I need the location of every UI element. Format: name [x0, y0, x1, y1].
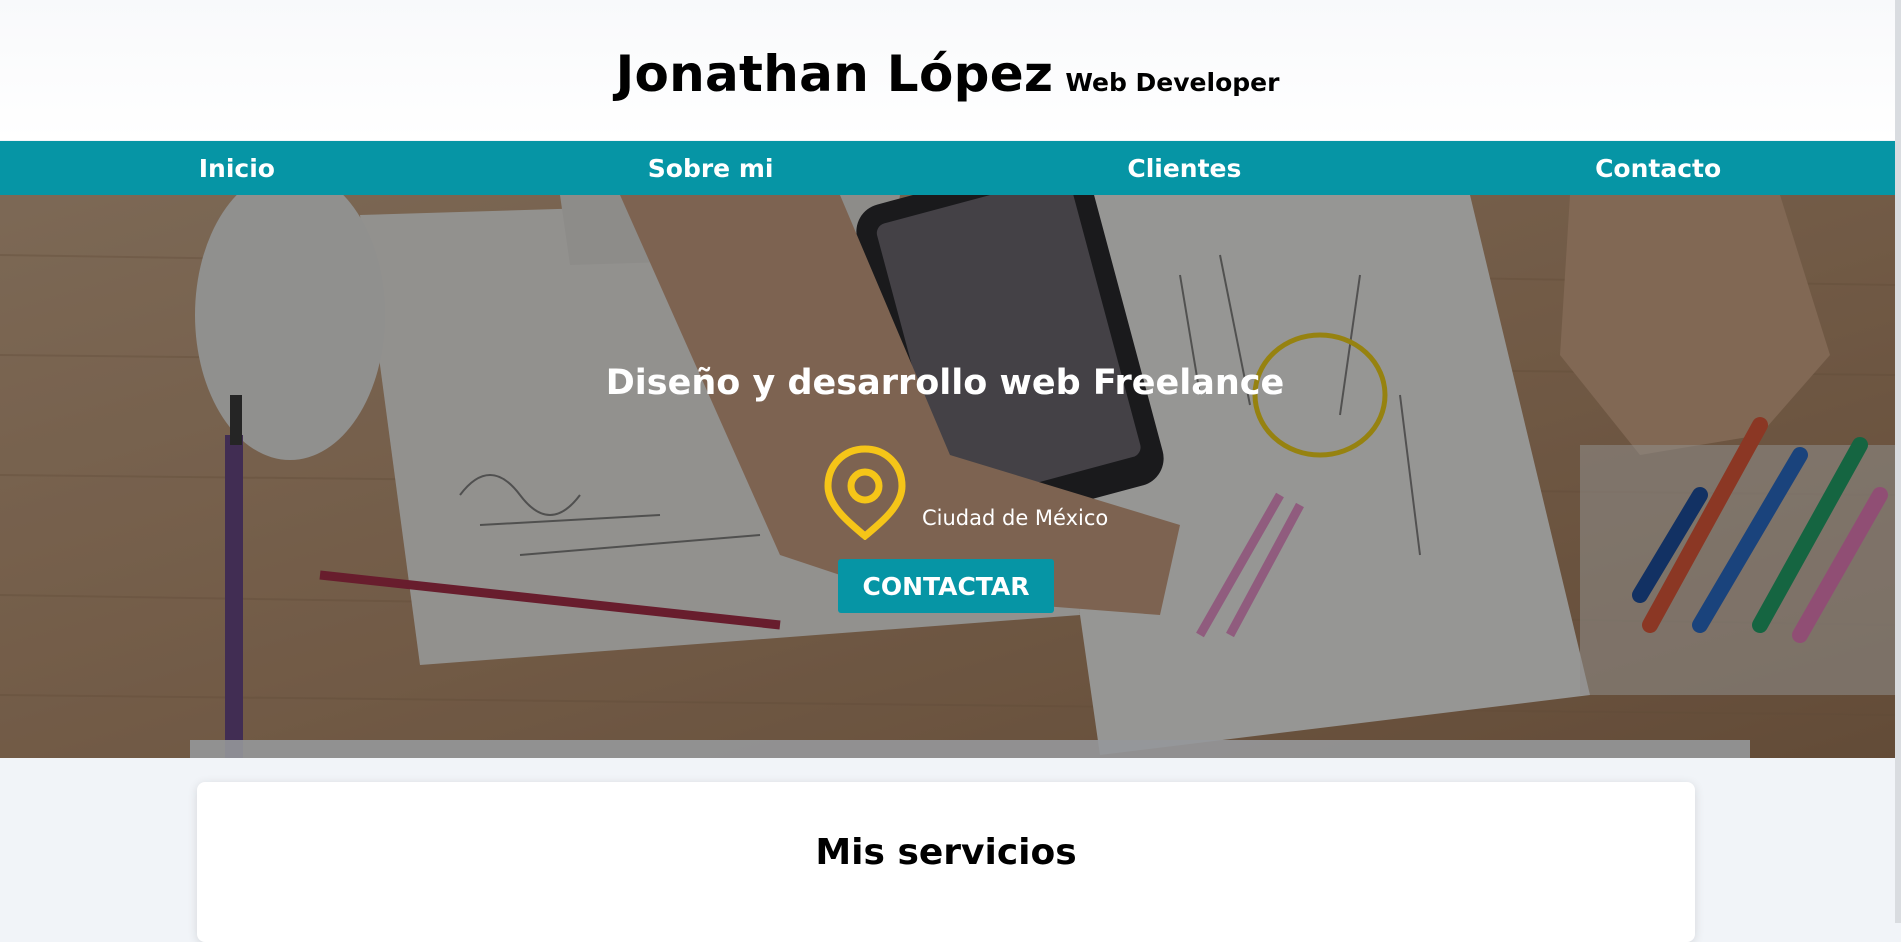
brand: Jonathan López Web Developer — [616, 45, 1280, 103]
nav-item-inicio[interactable]: Inicio — [0, 141, 474, 195]
scrollbar[interactable] — [1895, 0, 1901, 923]
services-title: Mis servicios — [815, 832, 1077, 873]
main-nav: Inicio Sobre mi Clientes Contacto — [0, 141, 1895, 195]
hero-content: Diseño y desarrollo web Freelance Ciudad… — [0, 195, 1895, 758]
map-pin-icon — [824, 445, 906, 540]
hero-section: Diseño y desarrollo web Freelance Ciudad… — [0, 195, 1895, 758]
hero-title: Diseño y desarrollo web Freelance — [605, 363, 1285, 403]
nav-item-sobre-mi[interactable]: Sobre mi — [474, 141, 948, 195]
services-card: Mis servicios — [197, 782, 1695, 942]
nav-item-clientes[interactable]: Clientes — [948, 141, 1422, 195]
location-text: Ciudad de México — [922, 506, 1109, 530]
location-row: Ciudad de México — [820, 445, 1108, 540]
brand-subtitle: Web Developer — [1065, 68, 1280, 97]
contact-button[interactable]: CONTACTAR — [838, 559, 1054, 613]
site-header: Jonathan López Web Developer — [0, 0, 1895, 140]
brand-name: Jonathan López — [615, 45, 1054, 103]
nav-item-contacto[interactable]: Contacto — [1421, 141, 1895, 195]
